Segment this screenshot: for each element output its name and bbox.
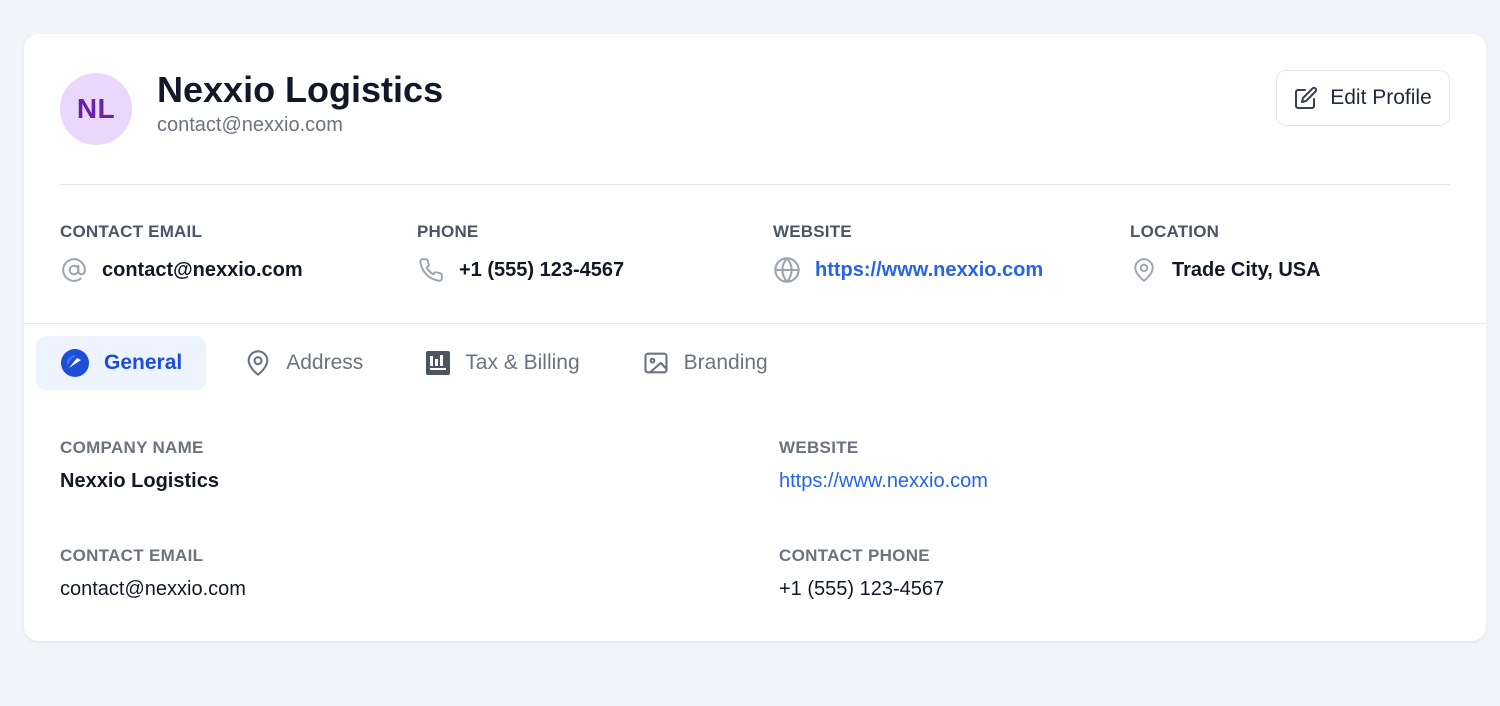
field-value: contact@nexxio.com bbox=[60, 578, 246, 600]
profile-card: NL Nexxio Logistics contact@nexxio.com E… bbox=[24, 34, 1486, 641]
page-title: Nexxio Logistics bbox=[157, 68, 444, 110]
info-contact-email: CONTACT EMAIL contact@nexxio.com bbox=[60, 222, 303, 284]
info-value: Trade City, USA bbox=[1172, 258, 1321, 281]
info-value: +1 (555) 123-4567 bbox=[459, 258, 625, 281]
avatar: NL bbox=[60, 73, 132, 145]
info-value-row: contact@nexxio.com bbox=[60, 256, 303, 284]
image-icon bbox=[642, 349, 670, 377]
field-label: WEBSITE bbox=[779, 438, 859, 457]
field-company-name: COMPANY NAME Nexxio Logistics bbox=[60, 438, 219, 493]
tab-label: Tax & Billing bbox=[465, 351, 580, 374]
phone-icon bbox=[417, 256, 445, 284]
info-label: PHONE bbox=[417, 222, 479, 241]
info-value-row: https://www.nexxio.com bbox=[773, 256, 1043, 284]
info-label: CONTACT EMAIL bbox=[60, 222, 203, 241]
info-location: LOCATION Trade City, USA bbox=[1130, 222, 1321, 284]
tab-label: Branding bbox=[683, 351, 768, 374]
info-value-row: +1 (555) 123-4567 bbox=[417, 256, 624, 284]
info-label: LOCATION bbox=[1130, 222, 1220, 241]
title-block: Nexxio Logistics contact@nexxio.com bbox=[157, 68, 443, 137]
info-value: contact@nexxio.com bbox=[102, 258, 303, 281]
field-contact-phone: CONTACT PHONE +1 (555) 123-4567 bbox=[779, 546, 944, 601]
general-icon bbox=[60, 348, 90, 378]
field-label: COMPANY NAME bbox=[60, 438, 204, 457]
edit-icon bbox=[1294, 86, 1318, 110]
tab-bar: General Address Tax & Billing Branding bbox=[36, 336, 792, 390]
edit-profile-button[interactable]: Edit Profile bbox=[1276, 70, 1450, 126]
profile-email: contact@nexxio.com bbox=[157, 113, 343, 136]
website-link[interactable]: https://www.nexxio.com bbox=[779, 470, 988, 493]
field-value: Nexxio Logistics bbox=[60, 470, 219, 492]
map-pin-icon bbox=[244, 349, 272, 377]
field-label: CONTACT EMAIL bbox=[60, 546, 204, 565]
tab-branding[interactable]: Branding bbox=[618, 336, 792, 390]
field-website: WEBSITE https://www.nexxio.com bbox=[779, 438, 988, 493]
tab-address[interactable]: Address bbox=[220, 336, 387, 390]
tab-label: Address bbox=[286, 351, 364, 374]
tab-label: General bbox=[104, 351, 183, 374]
section-divider bbox=[24, 323, 1486, 324]
tab-general[interactable]: General bbox=[36, 336, 207, 390]
tab-tax-billing[interactable]: Tax & Billing bbox=[401, 336, 603, 390]
profile-header: NL Nexxio Logistics contact@nexxio.com E… bbox=[60, 69, 1450, 146]
info-website: WEBSITE https://www.nexxio.com bbox=[773, 222, 1043, 284]
map-pin-icon bbox=[1130, 256, 1158, 284]
info-label: WEBSITE bbox=[773, 222, 852, 241]
at-sign-icon bbox=[60, 256, 88, 284]
globe-icon bbox=[773, 256, 801, 284]
contact-info-row: CONTACT EMAIL contact@nexxio.com PHONE +… bbox=[60, 222, 1460, 284]
field-value: +1 (555) 123-4567 bbox=[779, 578, 945, 600]
info-phone: PHONE +1 (555) 123-4567 bbox=[417, 222, 624, 284]
field-contact-email: CONTACT EMAIL contact@nexxio.com bbox=[60, 546, 246, 601]
edit-profile-label: Edit Profile bbox=[1330, 86, 1432, 109]
info-value-row: Trade City, USA bbox=[1130, 256, 1321, 284]
field-label: CONTACT PHONE bbox=[779, 546, 930, 565]
header-divider bbox=[60, 184, 1450, 185]
website-link[interactable]: https://www.nexxio.com bbox=[815, 259, 1043, 282]
billing-chart-icon bbox=[425, 350, 451, 376]
